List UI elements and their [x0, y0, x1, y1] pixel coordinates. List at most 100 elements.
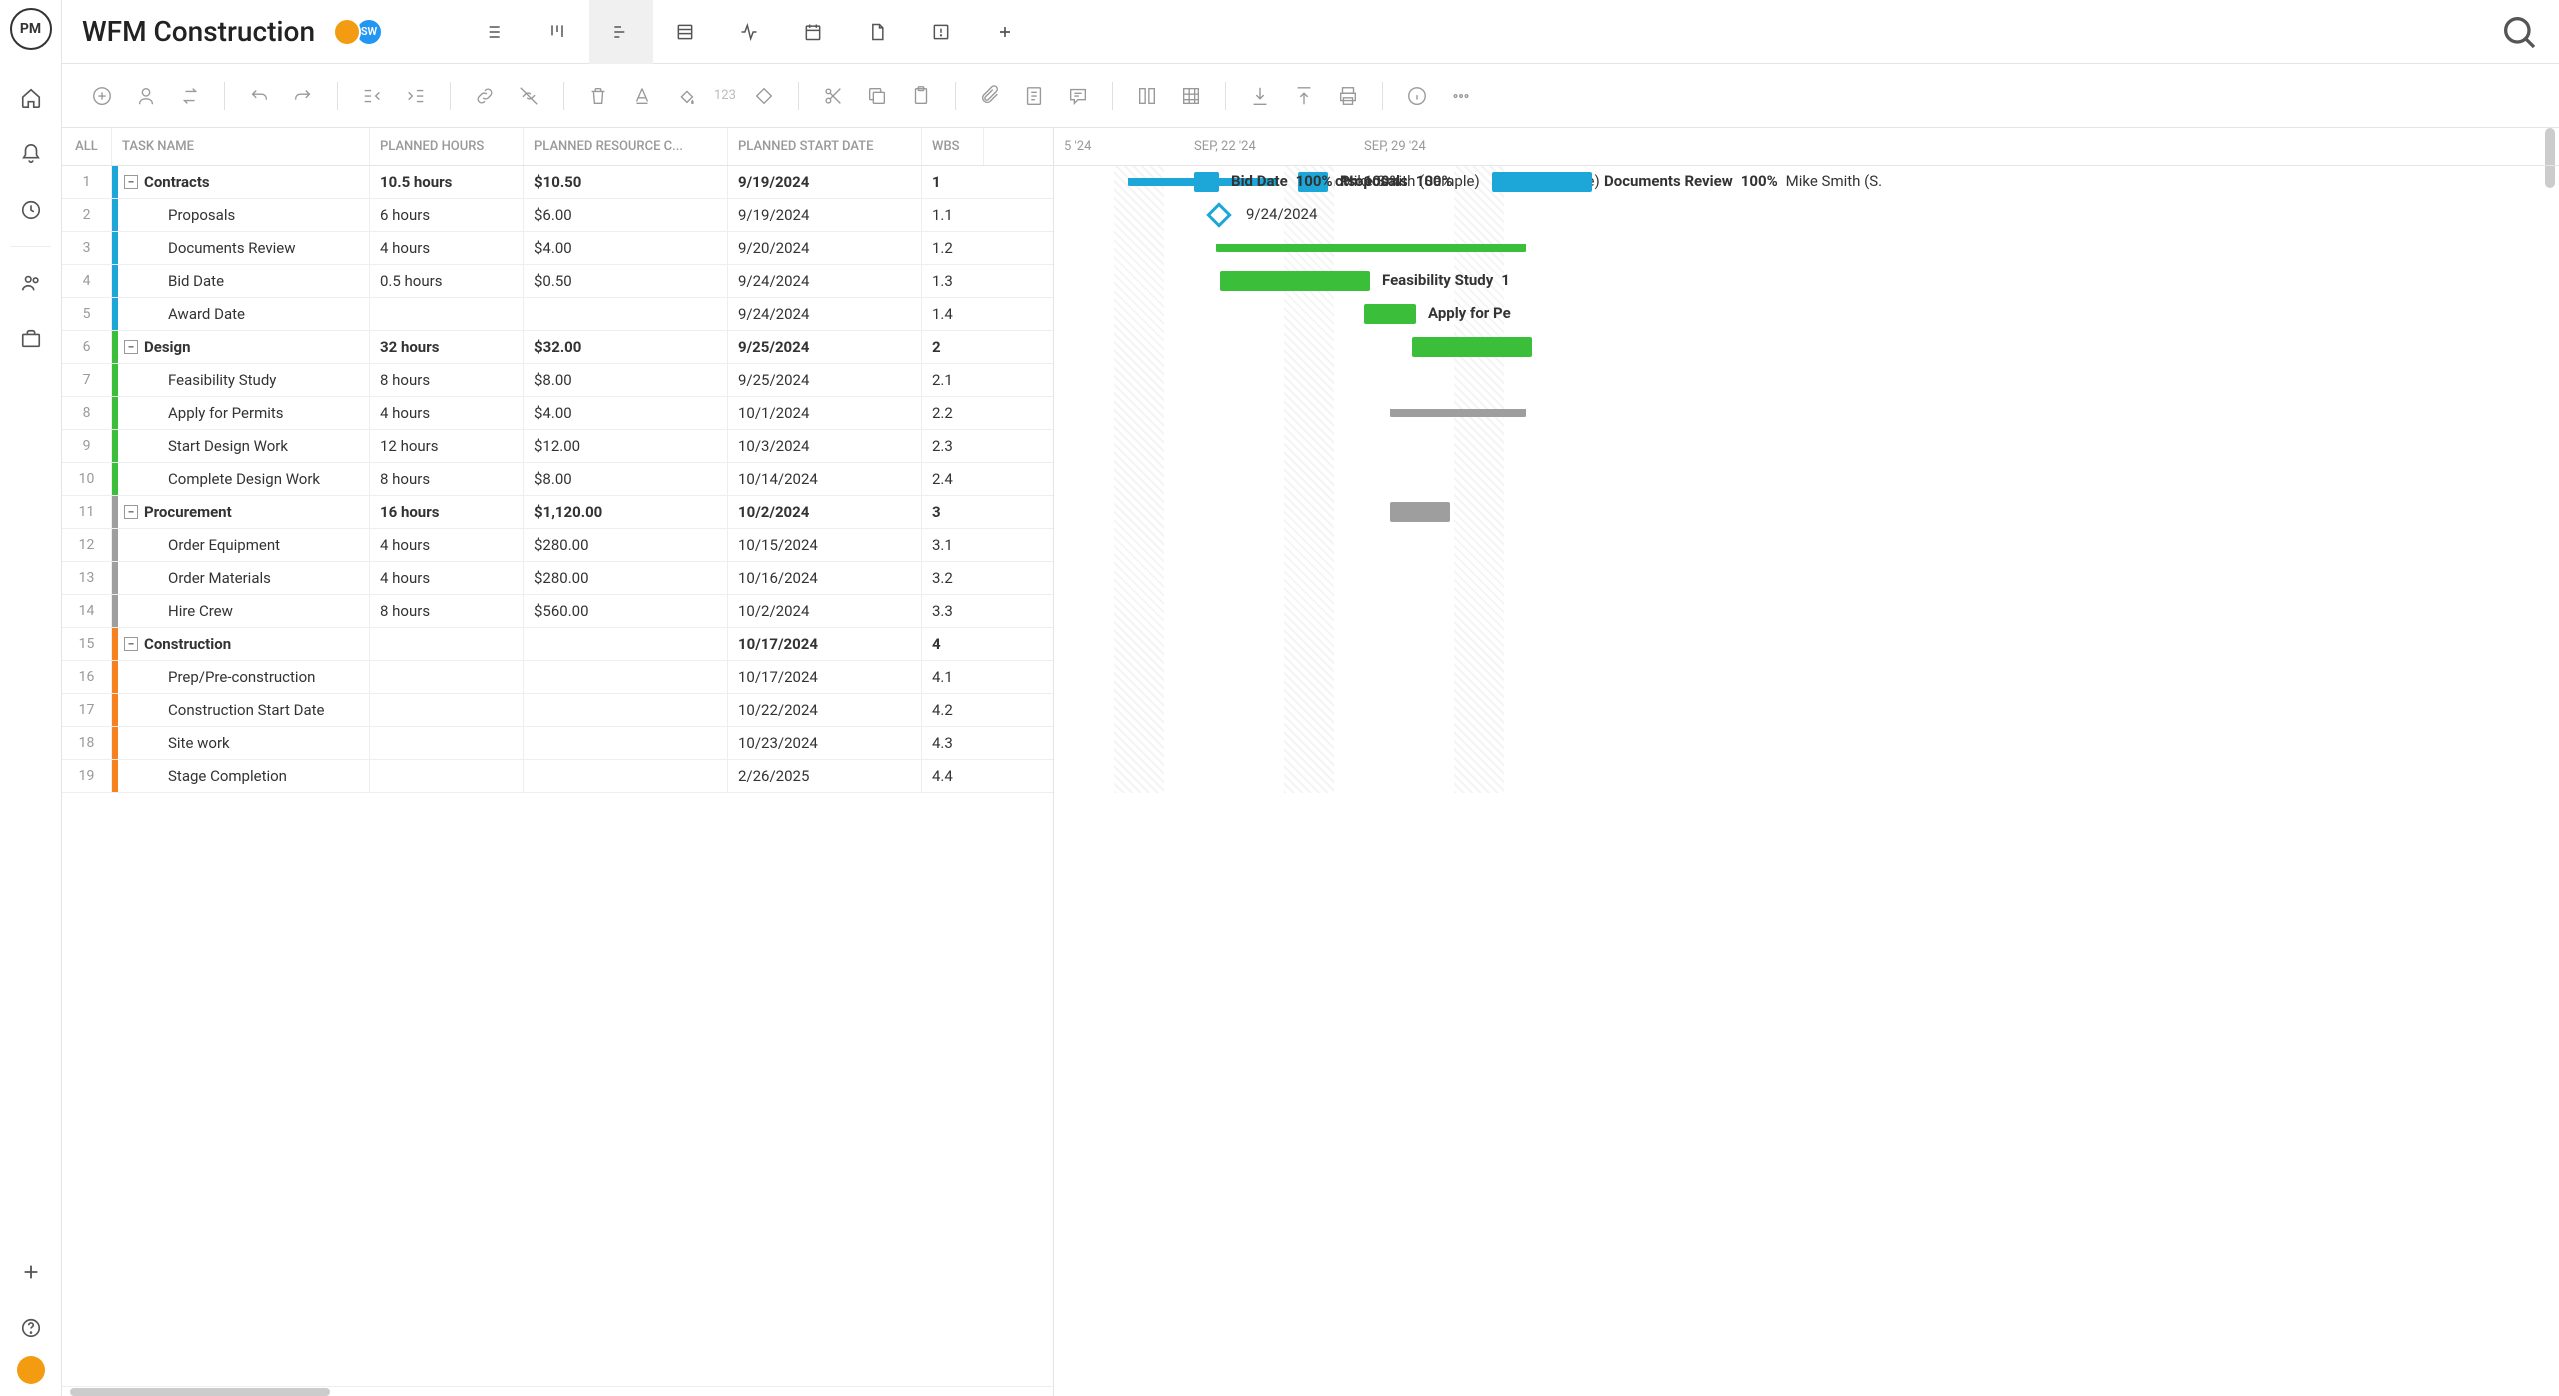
planned-date-cell[interactable]: 10/22/2024 — [728, 694, 922, 726]
gantt-row[interactable] — [1054, 727, 2559, 760]
gantt-row[interactable] — [1054, 562, 2559, 595]
planned-cost-cell[interactable]: $4.00 — [524, 232, 728, 264]
planned-cost-cell[interactable] — [524, 760, 728, 792]
gantt-milestone[interactable] — [1206, 202, 1231, 227]
planned-date-cell[interactable]: 10/1/2024 — [728, 397, 922, 429]
help-icon[interactable] — [0, 1300, 62, 1356]
planned-cost-cell[interactable]: $6.00 — [524, 199, 728, 231]
gantt-row[interactable] — [1054, 661, 2559, 694]
gantt-row[interactable] — [1054, 760, 2559, 793]
planned-date-cell[interactable]: 9/19/2024 — [728, 166, 922, 198]
planned-date-cell[interactable]: 9/20/2024 — [728, 232, 922, 264]
notes-icon[interactable] — [1018, 80, 1050, 112]
col-wbs[interactable]: WBS — [922, 128, 984, 165]
task-name-cell[interactable]: −Construction — [118, 628, 370, 660]
collapse-icon[interactable]: − — [124, 340, 138, 354]
outdent-icon[interactable] — [356, 80, 388, 112]
add-task-icon[interactable] — [86, 80, 118, 112]
planned-hours-cell[interactable] — [370, 628, 524, 660]
planned-hours-cell[interactable] — [370, 727, 524, 759]
planned-date-cell[interactable]: 10/15/2024 — [728, 529, 922, 561]
table-row[interactable]: 14Hire Crew8 hours$560.0010/2/20243.3 — [62, 595, 1053, 628]
view-gantt-icon[interactable] — [589, 0, 653, 64]
task-name-cell[interactable]: Bid Date — [118, 265, 370, 297]
import-icon[interactable] — [1244, 80, 1276, 112]
team-icon[interactable] — [0, 255, 62, 311]
gantt-row[interactable] — [1054, 232, 2559, 265]
gantt-row[interactable] — [1054, 397, 2559, 430]
planned-cost-cell[interactable]: $8.00 — [524, 463, 728, 495]
wbs-cell[interactable]: 1.3 — [922, 265, 984, 297]
wbs-cell[interactable]: 4.3 — [922, 727, 984, 759]
wbs-cell[interactable]: 1.1 — [922, 199, 984, 231]
wbs-cell[interactable]: 4.4 — [922, 760, 984, 792]
gantt-row[interactable] — [1054, 331, 2559, 364]
text-style-icon[interactable] — [626, 80, 658, 112]
add-icon[interactable] — [0, 1244, 62, 1300]
planned-hours-cell[interactable]: 4 hours — [370, 397, 524, 429]
task-name-cell[interactable]: Order Materials — [118, 562, 370, 594]
view-sheet-icon[interactable] — [653, 0, 717, 64]
redo-icon[interactable] — [287, 80, 319, 112]
swap-icon[interactable] — [174, 80, 206, 112]
planned-date-cell[interactable]: 2/26/2025 — [728, 760, 922, 792]
view-risks-icon[interactable] — [909, 0, 973, 64]
task-name-cell[interactable]: Site work — [118, 727, 370, 759]
planned-cost-cell[interactable]: $280.00 — [524, 529, 728, 561]
comment-icon[interactable] — [1062, 80, 1094, 112]
planned-date-cell[interactable]: 10/2/2024 — [728, 496, 922, 528]
planned-hours-cell[interactable] — [370, 694, 524, 726]
gantt-task-bar[interactable] — [1412, 337, 1532, 357]
planned-hours-cell[interactable]: 0.5 hours — [370, 265, 524, 297]
gantt-summary-bar[interactable] — [1216, 244, 1526, 252]
task-name-cell[interactable]: Stage Completion — [118, 760, 370, 792]
unlink-icon[interactable] — [513, 80, 545, 112]
planned-hours-cell[interactable]: 12 hours — [370, 430, 524, 462]
col-planned-cost[interactable]: PLANNED RESOURCE C... — [524, 128, 728, 165]
planned-date-cell[interactable]: 9/25/2024 — [728, 331, 922, 363]
fill-icon[interactable] — [670, 80, 702, 112]
task-name-cell[interactable]: −Procurement — [118, 496, 370, 528]
table-row[interactable]: 11−Procurement16 hours$1,120.0010/2/2024… — [62, 496, 1053, 529]
table-row[interactable]: 8Apply for Permits4 hours$4.0010/1/20242… — [62, 397, 1053, 430]
task-name-cell[interactable]: Apply for Permits — [118, 397, 370, 429]
table-row[interactable]: 17Construction Start Date10/22/20244.2 — [62, 694, 1053, 727]
wbs-cell[interactable]: 1.4 — [922, 298, 984, 330]
planned-cost-cell[interactable]: $560.00 — [524, 595, 728, 627]
columns-icon[interactable] — [1131, 80, 1163, 112]
planned-date-cell[interactable]: 10/3/2024 — [728, 430, 922, 462]
task-name-cell[interactable]: Start Design Work — [118, 430, 370, 462]
gantt-row[interactable] — [1054, 430, 2559, 463]
planned-cost-cell[interactable]: $4.00 — [524, 397, 728, 429]
delete-icon[interactable] — [582, 80, 614, 112]
planned-date-cell[interactable]: 10/17/2024 — [728, 628, 922, 660]
gantt-row[interactable] — [1054, 496, 2559, 529]
gantt-row[interactable]: Feasibility Study1 — [1054, 265, 2559, 298]
task-name-cell[interactable]: Construction Start Date — [118, 694, 370, 726]
task-name-cell[interactable]: Proposals — [118, 199, 370, 231]
task-name-cell[interactable]: Documents Review — [118, 232, 370, 264]
col-planned-start[interactable]: PLANNED START DATE — [728, 128, 922, 165]
wbs-cell[interactable]: 2 — [922, 331, 984, 363]
table-row[interactable]: 18Site work10/23/20244.3 — [62, 727, 1053, 760]
user-avatar[interactable] — [17, 1356, 45, 1384]
planned-cost-cell[interactable]: $0.50 — [524, 265, 728, 297]
planned-date-cell[interactable]: 10/14/2024 — [728, 463, 922, 495]
table-row[interactable]: 3Documents Review4 hours$4.009/20/20241.… — [62, 232, 1053, 265]
planned-hours-cell[interactable]: 4 hours — [370, 529, 524, 561]
planned-cost-cell[interactable]: $10.50 — [524, 166, 728, 198]
task-name-cell[interactable]: Award Date — [118, 298, 370, 330]
attachment-icon[interactable] — [974, 80, 1006, 112]
table-row[interactable]: 9Start Design Work12 hours$12.0010/3/202… — [62, 430, 1053, 463]
gantt-row[interactable] — [1054, 595, 2559, 628]
paste-icon[interactable] — [905, 80, 937, 112]
table-row[interactable]: 15−Construction10/17/20244 — [62, 628, 1053, 661]
planned-cost-cell[interactable] — [524, 727, 728, 759]
task-name-cell[interactable]: −Contracts — [118, 166, 370, 198]
gantt-summary-bar[interactable] — [1390, 409, 1526, 417]
wbs-cell[interactable]: 2.2 — [922, 397, 984, 429]
gantt-row[interactable] — [1054, 364, 2559, 397]
wbs-cell[interactable]: 1 — [922, 166, 984, 198]
table-row[interactable]: 7Feasibility Study8 hours$8.009/25/20242… — [62, 364, 1053, 397]
planned-cost-cell[interactable] — [524, 661, 728, 693]
